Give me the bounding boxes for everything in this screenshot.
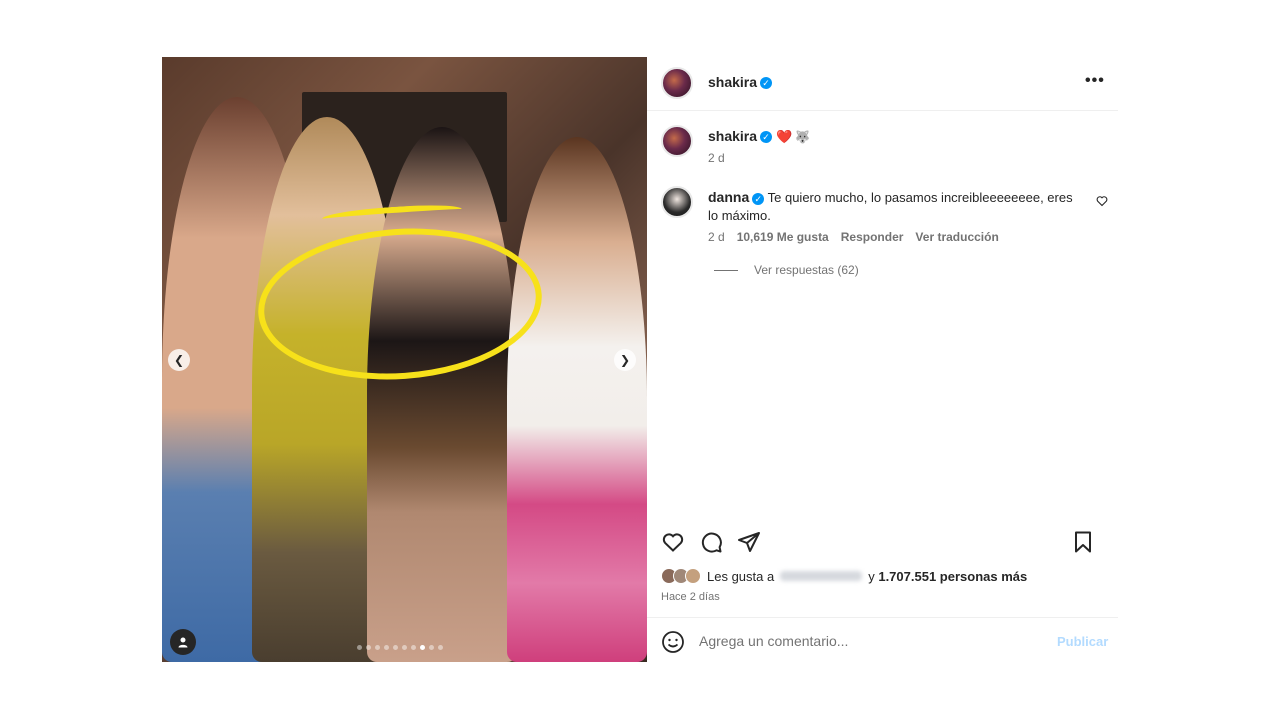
caption-time: 2 d <box>708 151 725 165</box>
author-name-text[interactable]: shakira <box>708 74 757 90</box>
carousel-dot <box>375 645 380 650</box>
post-photo[interactable]: ❮ ❯ <box>162 57 647 662</box>
verified-badge-icon: ✓ <box>752 192 765 205</box>
carousel-dot <box>357 645 362 650</box>
verified-badge-icon: ✓ <box>760 131 773 144</box>
carousel-dot <box>402 645 407 650</box>
caption-line: shakira ✓ ❤️ 🐺 <box>708 128 810 145</box>
likes-summary: Les gusta a y 1.707.551 personas más <box>661 568 1027 584</box>
heart-outline-icon <box>1096 196 1108 207</box>
carousel-dot <box>420 645 425 650</box>
comment-likes[interactable]: 10,619 Me gusta <box>737 230 829 244</box>
likes-prefix: Les gusta a <box>707 568 775 584</box>
comment-avatar[interactable] <box>661 186 693 218</box>
caption-avatar[interactable] <box>661 125 693 157</box>
share-icon[interactable] <box>737 530 761 554</box>
instagram-post: ❮ ❯ shakira ✓ ••• shakira ✓ ❤️ 🐺 2 d dan… <box>162 57 1118 662</box>
blurred-username <box>780 571 863 581</box>
carousel-dot <box>411 645 416 650</box>
post-sidebar: shakira ✓ ••• shakira ✓ ❤️ 🐺 2 d danna ✓ Te q… <box>647 57 1118 662</box>
post-header: shakira ✓ ••• <box>647 57 1118 111</box>
comment-body: danna ✓ Te quiero mucho, lo pasamos incre… <box>708 188 1078 225</box>
post-time: Hace 2 días <box>661 591 720 603</box>
reply-button[interactable]: Responder <box>841 230 904 244</box>
caption-username[interactable]: shakira <box>708 128 757 144</box>
publish-button[interactable]: Publicar <box>1057 634 1108 649</box>
carousel-indicator <box>357 645 443 650</box>
view-replies-button[interactable]: Ver respuestas (62) <box>714 263 859 277</box>
comment-composer: Publicar <box>647 617 1118 662</box>
replies-divider <box>714 269 738 271</box>
comment-like-button[interactable] <box>1096 195 1108 210</box>
carousel-dot <box>393 645 398 650</box>
carousel-dot <box>429 645 434 650</box>
view-replies-text[interactable]: Ver respuestas (62) <box>754 263 859 277</box>
person-4 <box>507 137 647 662</box>
chevron-right-icon: ❯ <box>619 353 631 367</box>
wolf-emoji: 🐺 <box>795 130 811 144</box>
author-username[interactable]: shakira ✓ <box>708 74 773 90</box>
carousel-dot <box>438 645 443 650</box>
user-icon <box>178 637 188 648</box>
comment-meta: 2 d 10,619 Me gusta Responder Ver traduc… <box>708 230 999 244</box>
carousel-dot <box>384 645 389 650</box>
author-avatar[interactable] <box>661 67 693 99</box>
chevron-left-icon: ❮ <box>173 353 185 367</box>
likes-connector: y <box>868 568 875 584</box>
comment-time: 2 d <box>708 230 725 244</box>
carousel-dot <box>366 645 371 650</box>
comment-username[interactable]: danna <box>708 189 749 205</box>
post-actions <box>647 527 1118 557</box>
heart-icon[interactable] <box>661 530 685 554</box>
bookmark-icon[interactable] <box>1071 530 1095 554</box>
carousel-prev-button[interactable]: ❮ <box>168 349 190 371</box>
heart-emoji: ❤️ <box>776 129 793 144</box>
more-options-button[interactable]: ••• <box>1085 72 1105 90</box>
comment-input[interactable] <box>699 629 1039 653</box>
carousel-next-button[interactable]: ❯ <box>614 349 636 371</box>
verified-badge-icon: ✓ <box>760 77 773 90</box>
emoji-icon[interactable] <box>661 630 685 654</box>
comment-icon[interactable] <box>699 530 723 554</box>
more-horizontal-icon: ••• <box>1085 72 1105 89</box>
tagged-users-button[interactable] <box>170 629 196 655</box>
translate-button[interactable]: Ver traducción <box>915 230 998 244</box>
likes-count[interactable]: 1.707.551 personas más <box>878 569 1027 584</box>
liker-avatar <box>685 568 701 584</box>
